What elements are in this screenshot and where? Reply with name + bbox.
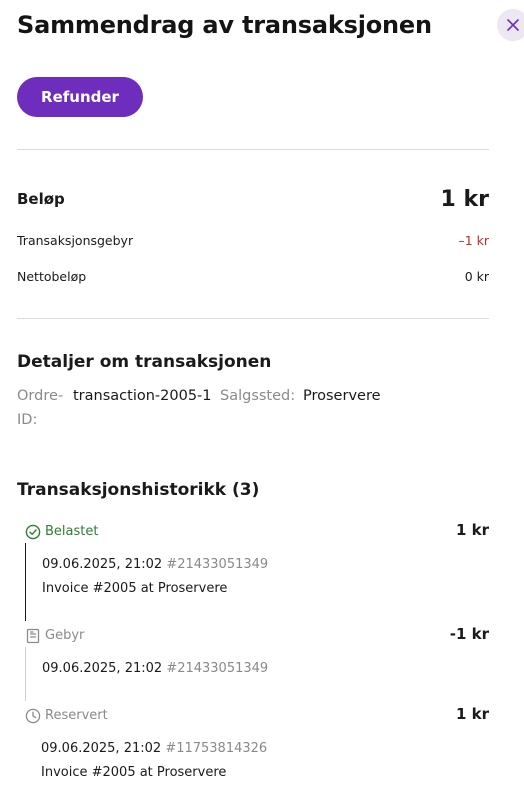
history-meta: 09.06.2025, 21:02 #21433051349: [42, 557, 268, 572]
order-id-label: Ordre-: [17, 388, 64, 404]
point-of-sale-value: Proservere: [303, 388, 381, 404]
fee-row: Transaksjonsgebyr –1 kr: [17, 230, 489, 250]
history-description: Invoice #2005 at Proservere: [41, 765, 227, 780]
amount-row: Beløp 1 kr: [17, 184, 489, 214]
history-amount: -1 kr: [449, 625, 489, 643]
history-item: Reservert 1 kr 09.06.2025, 21:02 #117538…: [25, 705, 489, 789]
divider: [17, 149, 489, 150]
timeline-line: [25, 647, 26, 701]
history-item: Gebyr -1 kr 09.06.2025, 21:02 #214330513…: [25, 625, 489, 705]
page-title: Sammendrag av transaksjonen: [17, 11, 432, 39]
history-status: Gebyr: [45, 628, 85, 643]
net-row: Nettobeløp 0 kr: [17, 266, 489, 286]
amount-label: Beløp: [17, 190, 65, 208]
history-reference[interactable]: #21433051349: [166, 661, 268, 676]
order-id-label-cont: ID:: [17, 412, 38, 428]
history-status: Belastet: [45, 524, 99, 539]
order-id-value: transaction-2005-1: [73, 388, 212, 404]
fee-value: –1 kr: [458, 232, 489, 248]
history-reference[interactable]: #21433051349: [166, 557, 268, 572]
point-of-sale-label: Salgssted:: [220, 388, 296, 404]
amount-value: 1 kr: [440, 186, 489, 212]
history-meta: 09.06.2025, 21:02 #21433051349: [42, 661, 268, 676]
history-reference[interactable]: #11753814326: [165, 741, 267, 756]
history-amount: 1 kr: [455, 521, 489, 539]
check-circle-icon: [25, 524, 41, 540]
history-datetime: 09.06.2025, 21:02: [42, 661, 163, 676]
timeline-line: [25, 543, 26, 621]
fee-label: Transaksjonsgebyr: [17, 232, 134, 248]
close-button[interactable]: [497, 9, 524, 41]
clock-icon: [25, 708, 41, 724]
net-label: Nettobeløp: [17, 268, 87, 284]
receipt-icon: [26, 628, 40, 644]
close-icon: [507, 19, 519, 31]
history-meta: 09.06.2025, 21:02 #11753814326: [41, 741, 267, 756]
net-value: 0 kr: [464, 268, 489, 284]
history-item: Belastet 1 kr 09.06.2025, 21:02 #2143305…: [25, 521, 489, 623]
history-datetime: 09.06.2025, 21:02: [42, 557, 163, 572]
history-amount: 1 kr: [455, 705, 489, 723]
history-status: Reservert: [45, 708, 108, 723]
history-description: Invoice #2005 at Proservere: [42, 581, 228, 596]
refund-button[interactable]: Refunder: [17, 77, 143, 117]
history-datetime: 09.06.2025, 21:02: [41, 741, 162, 756]
details-title: Detaljer om transaksjonen: [17, 352, 272, 372]
history-title: Transaksjonshistorikk (3): [17, 480, 260, 500]
divider: [17, 318, 489, 319]
